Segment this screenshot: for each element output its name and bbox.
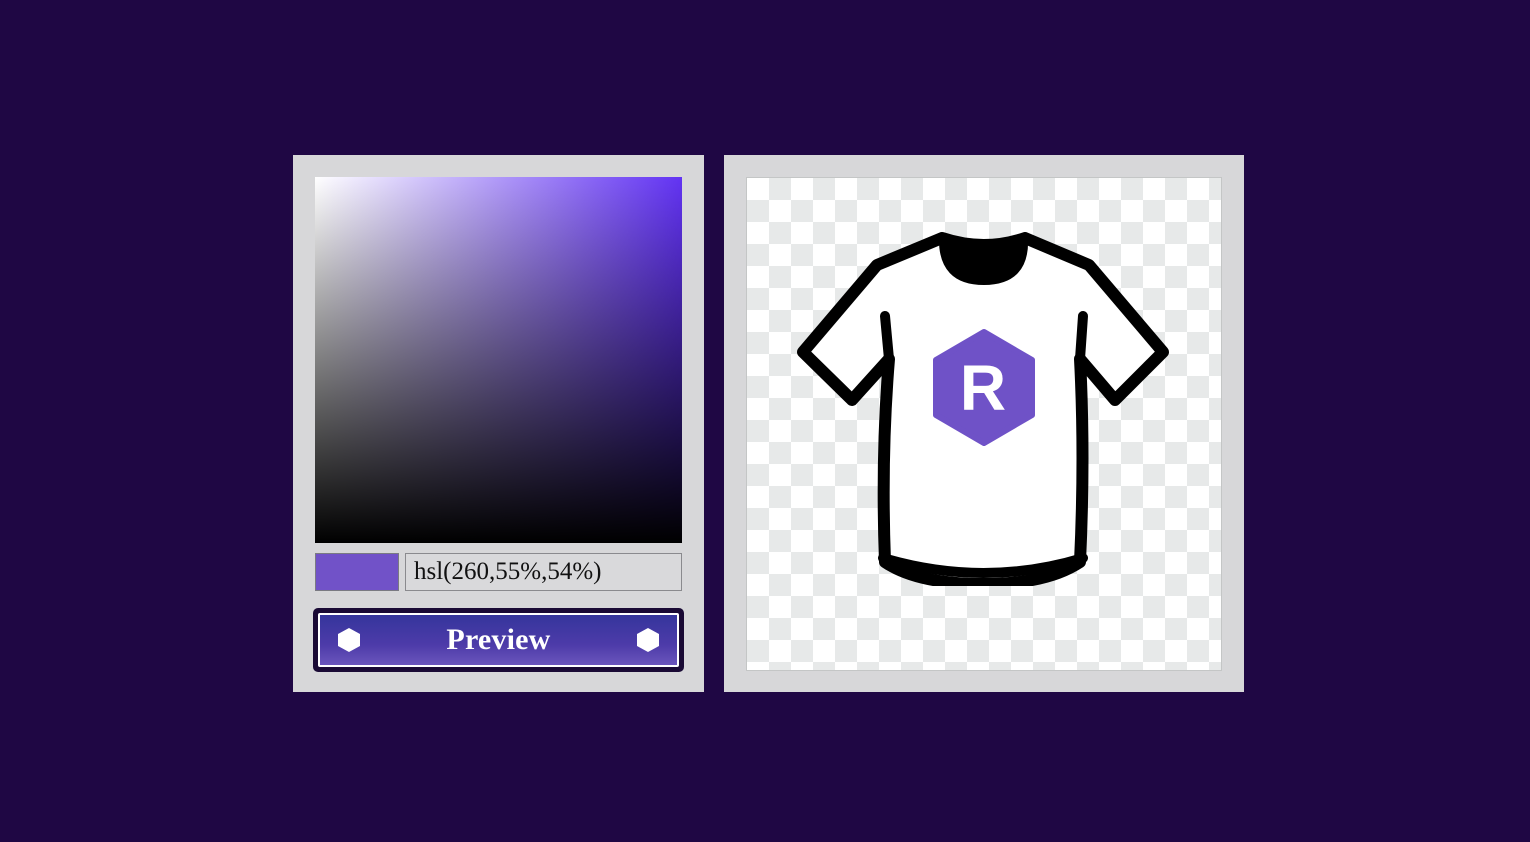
sleeve-seam-left: [880, 311, 894, 364]
hsl-value-field[interactable]: [405, 553, 682, 591]
hexagon-icon: [637, 628, 659, 652]
logo-letter: R: [960, 352, 1006, 424]
preview-button-label: Preview: [446, 623, 551, 656]
hexagon-icon: [338, 628, 360, 652]
color-picker-panel: Preview: [293, 155, 704, 692]
tshirt-collar: [938, 235, 1029, 285]
saturation-value-area[interactable]: [315, 177, 682, 543]
selected-color-swatch: [315, 553, 399, 591]
product-preview-panel: R: [724, 155, 1244, 692]
preview-button[interactable]: Preview: [313, 608, 684, 672]
sleeve-seam-right: [1075, 311, 1088, 364]
r-logo: R: [933, 329, 1035, 446]
preview-button-face: Preview: [318, 613, 679, 667]
tshirt-image: R: [797, 232, 1169, 586]
transparent-canvas: R: [746, 177, 1222, 671]
